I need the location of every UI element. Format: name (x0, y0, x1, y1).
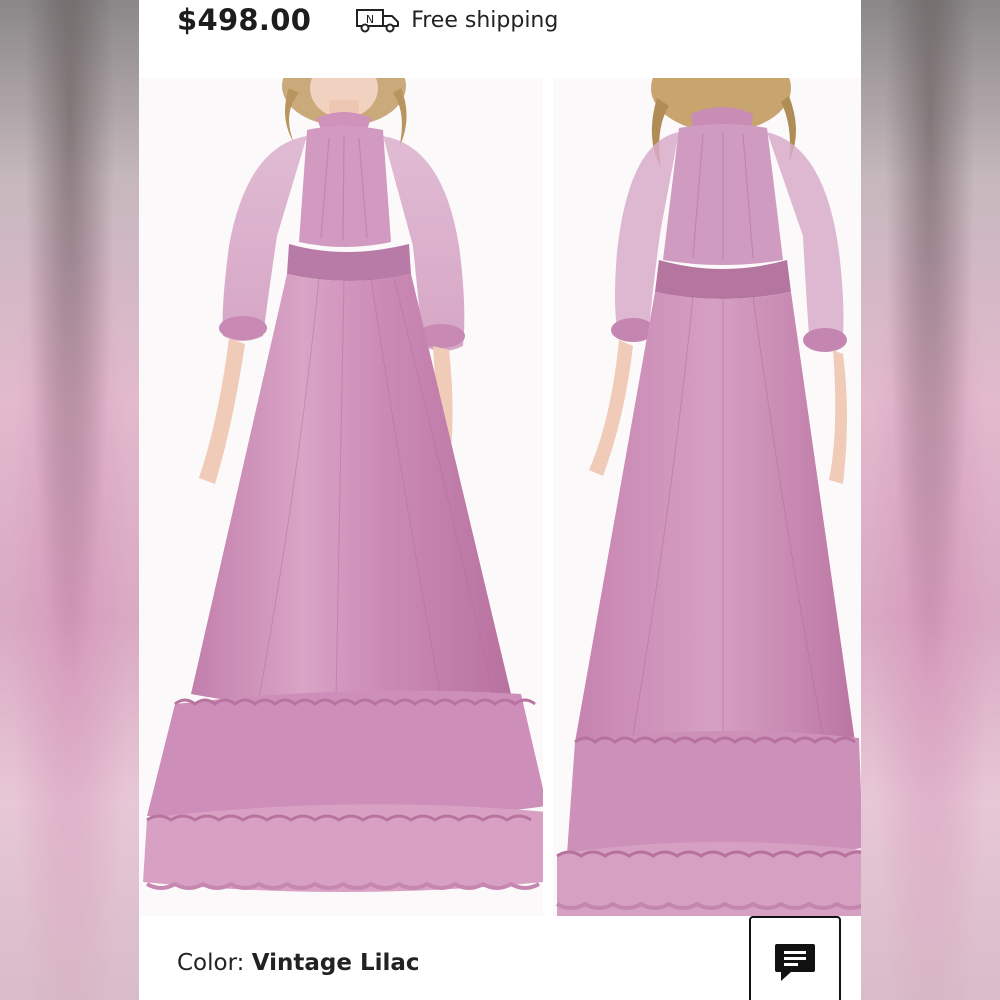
gallery-image-front[interactable] (139, 78, 543, 916)
shipping-label: Free shipping (411, 7, 559, 33)
dress-front-illustration (139, 78, 543, 916)
price-row: $498.00 N Free shipping (177, 0, 558, 40)
chat-button[interactable] (749, 916, 841, 1000)
product-price: $498.00 (177, 3, 312, 37)
product-page: $498.00 N Free shipping Color: Vintage L… (139, 0, 861, 1000)
gallery-image-back[interactable] (553, 78, 861, 916)
color-selection: Color: Vintage Lilac (177, 950, 420, 976)
color-value: Vintage Lilac (251, 950, 420, 976)
product-gallery (139, 78, 861, 916)
shipping-info: N Free shipping (355, 6, 558, 34)
dress-back-illustration (553, 78, 861, 916)
truck-icon: N (356, 9, 400, 33)
color-label: Color: (177, 950, 245, 976)
chat-bubble-icon (775, 944, 815, 981)
shipping-badge-letter: N (366, 13, 374, 26)
